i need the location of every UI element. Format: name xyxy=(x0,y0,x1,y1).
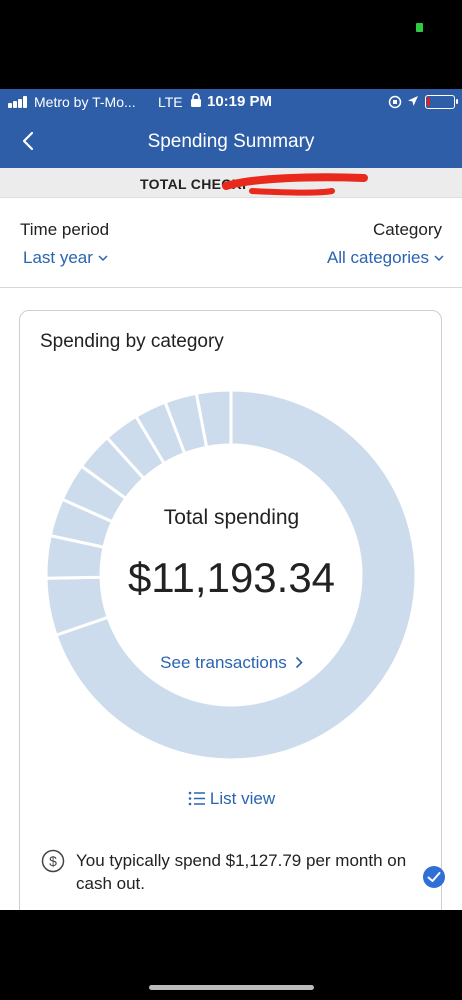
top-black-area xyxy=(0,0,462,89)
redaction-scribble xyxy=(222,173,368,196)
card-title: Spending by category xyxy=(40,331,224,352)
time-period-label: Time period xyxy=(20,220,110,239)
account-bar: TOTAL CHECKI xyxy=(0,168,462,198)
notification-dot xyxy=(416,23,423,32)
lock-icon xyxy=(191,93,201,107)
spending-card: Spending by category Total spending $11,… xyxy=(19,310,442,910)
carrier-name: Metro by T-Mo... xyxy=(34,94,136,110)
time-period-value: Last year xyxy=(23,248,93,267)
checkmark-badge-icon[interactable] xyxy=(422,865,446,889)
total-spending-amount: $11,193.34 xyxy=(127,554,336,601)
location-arrow-icon xyxy=(408,96,418,106)
signal-icon xyxy=(8,96,30,108)
home-indicator[interactable] xyxy=(149,985,314,990)
app-header: Spending Summary xyxy=(0,115,462,168)
filter-divider xyxy=(0,287,462,288)
see-transactions-link[interactable]: See transactions xyxy=(20,653,443,673)
status-time: 10:19 PM xyxy=(207,93,273,110)
chevron-down-icon xyxy=(98,255,108,262)
see-transactions-label: See transactions xyxy=(160,653,287,672)
list-icon xyxy=(188,791,205,806)
dollar-icon: $ xyxy=(41,849,65,873)
svg-text:$: $ xyxy=(49,853,57,869)
category-label: Category xyxy=(373,220,442,239)
total-spending-label: Total spending xyxy=(163,506,300,529)
battery-icon xyxy=(425,95,458,109)
chevron-down-icon xyxy=(434,255,444,262)
list-view-label: List view xyxy=(209,789,276,808)
bottom-black-area xyxy=(0,910,462,1000)
cash-out-tip: You typically spend $1,127.79 per month … xyxy=(76,851,407,893)
category-dropdown[interactable]: All categories xyxy=(327,248,444,268)
list-view-link[interactable]: List view xyxy=(20,789,443,809)
main-content: Time period Last year Category All categ… xyxy=(0,198,462,910)
rotation-lock-icon xyxy=(388,95,402,109)
page-title: Spending Summary xyxy=(147,131,315,152)
network-type: LTE xyxy=(158,94,183,110)
category-value: All categories xyxy=(326,248,429,267)
status-bar: Metro by T-Mo... LTE 10:19 PM xyxy=(0,89,462,115)
chevron-right-icon xyxy=(295,656,303,669)
time-period-dropdown[interactable]: Last year xyxy=(23,248,108,268)
